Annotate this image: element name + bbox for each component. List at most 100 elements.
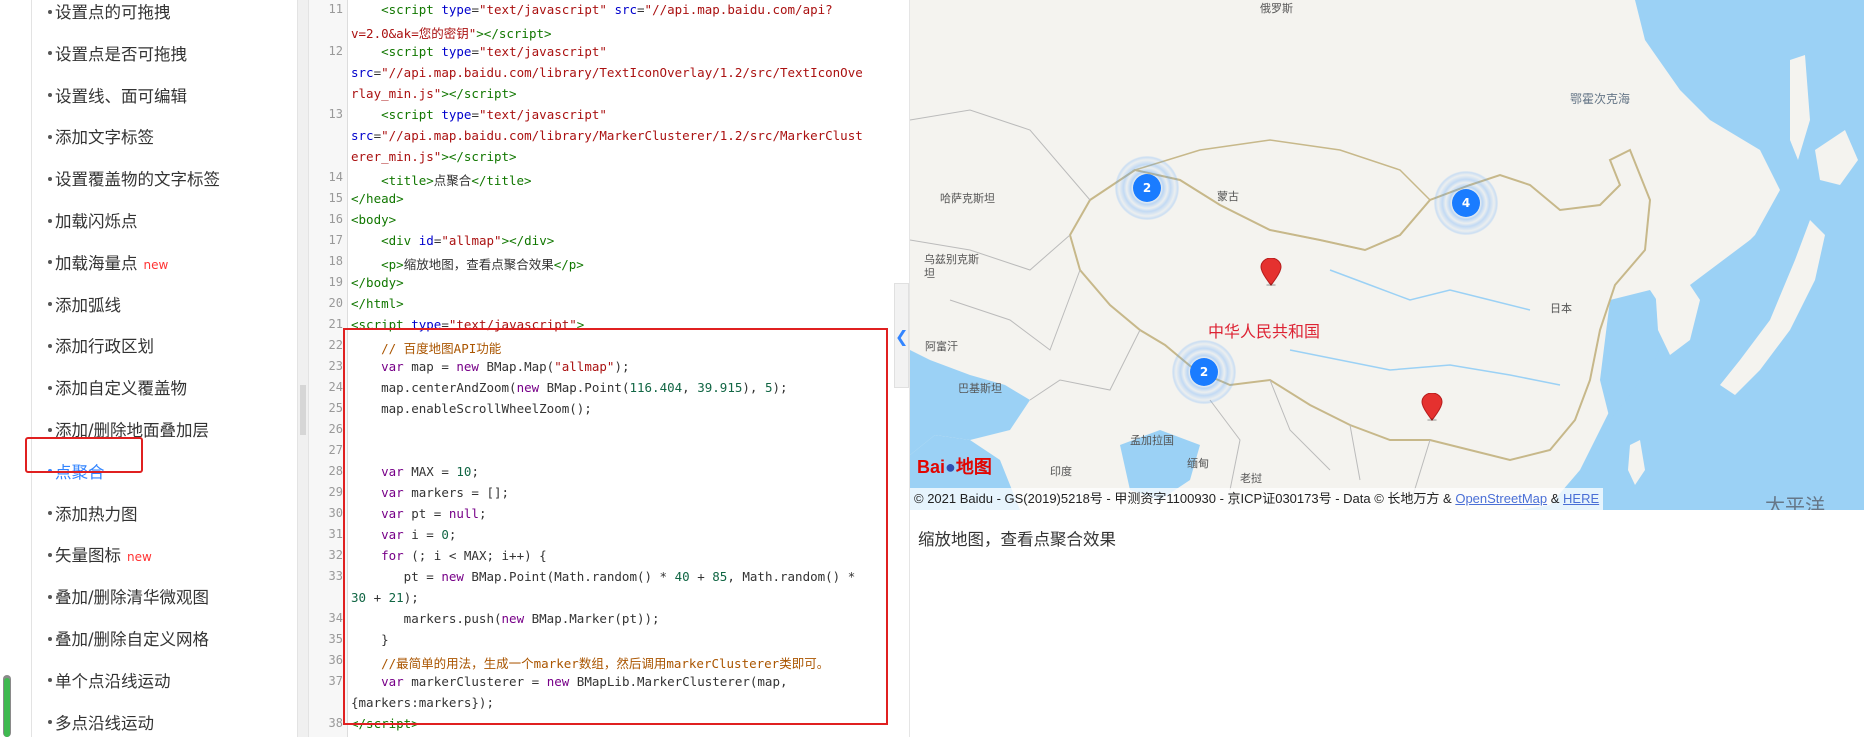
code-line[interactable]: </html> — [351, 296, 891, 311]
code-line[interactable]: <title>点聚合</title> — [351, 170, 891, 189]
cluster-marker[interactable]: 2 — [1115, 156, 1179, 220]
sidebar-item[interactable]: 多点沿线运动 — [48, 707, 154, 737]
chevron-left-icon: ❮ — [895, 327, 909, 346]
code-line[interactable]: var i = 0; — [351, 527, 891, 542]
map-label-japan: 日本 — [1550, 302, 1572, 315]
line-number: 27 — [328, 443, 343, 457]
code-line[interactable]: <script type="text/javascript"> — [351, 317, 891, 332]
baidu-paw-icon: ● — [945, 457, 956, 477]
code-line[interactable]: </body> — [351, 275, 891, 290]
cluster-count: 2 — [1190, 358, 1218, 386]
map-label-india: 印度 — [1050, 465, 1072, 478]
code-line[interactable]: // 百度地图API功能 — [351, 338, 891, 357]
bullet-icon — [48, 511, 52, 516]
line-number: 23 — [328, 359, 343, 373]
map-label-myanmar: 缅甸 — [1187, 457, 1209, 470]
code-editor[interactable]: 11 12 13 14 15 16 17 18 19 20 21 22 23 24 25 26 27 28 29 30… — [309, 0, 894, 737]
sidebar-item[interactable]: 设置覆盖物的文字标签 — [48, 163, 220, 197]
code-line[interactable]: <body> — [351, 212, 891, 227]
sidebar-item[interactable]: 加载闪烁点 — [48, 205, 138, 239]
sidebar-item[interactable]: 添加自定义覆盖物 — [48, 372, 187, 406]
sidebar-item-label: 叠加/删除清华微观图 — [55, 588, 210, 608]
sidebar-item[interactable]: 设置点的可拖拽 — [48, 0, 171, 30]
line-number: 32 — [328, 548, 343, 562]
line-number: 16 — [328, 212, 343, 226]
code-line[interactable]: var markers = []; — [351, 485, 891, 500]
code-line[interactable]: {markers:markers}); — [351, 695, 891, 710]
sidebar-item-label: 多点沿线运动 — [55, 713, 154, 733]
sidebar-item[interactable]: 加载海量点 new — [48, 247, 168, 281]
code-line[interactable]: } — [351, 632, 891, 647]
bullet-icon — [48, 260, 52, 265]
openstreetmap-link[interactable]: OpenStreetMap — [1455, 491, 1547, 506]
cluster-marker[interactable]: 2 — [1172, 340, 1236, 404]
sidebar-item[interactable]: 设置点是否可拖拽 — [48, 38, 187, 72]
sidebar-item-label: 添加弧线 — [55, 295, 121, 315]
sidebar-item[interactable]: 添加热力图 — [48, 498, 138, 532]
line-number: 25 — [328, 401, 343, 415]
bullet-icon — [48, 720, 52, 725]
code-line[interactable]: var map = new BMap.Map("allmap"); — [351, 359, 891, 374]
bullet-icon — [48, 51, 52, 56]
map-marker-pin-icon[interactable] — [1260, 258, 1282, 286]
line-number: 38 — [328, 716, 343, 730]
sidebar-item[interactable]: 添加文字标签 — [48, 121, 154, 155]
sidebar-scrollbar[interactable] — [3, 675, 11, 737]
sidebar-item-label: 单个点沿线运动 — [55, 671, 171, 691]
line-number: 19 — [328, 275, 343, 289]
sidebar-item[interactable]: 叠加/删除自定义网格 — [48, 623, 209, 657]
collapse-editor-button[interactable]: ❮ — [894, 283, 909, 388]
sidebar-item-label: 添加热力图 — [55, 504, 138, 524]
line-number: 36 — [328, 653, 343, 667]
sidebar-item-label: 设置点是否可拖拽 — [55, 44, 187, 64]
code-line[interactable]: </head> — [351, 191, 891, 206]
line-number: 24 — [328, 380, 343, 394]
code-line[interactable]: src="//api.map.baidu.com/library/MarkerC… — [351, 128, 891, 143]
code-line[interactable]: map.centerAndZoom(new BMap.Point(116.404… — [351, 380, 891, 395]
bullet-icon — [48, 552, 52, 557]
line-number: 22 — [328, 338, 343, 352]
code-line[interactable]: 30 + 21); — [351, 590, 891, 605]
sidebar-item[interactable]: 添加弧线 — [48, 289, 121, 323]
code-line[interactable]: <p>缩放地图，查看点聚合效果</p> — [351, 254, 891, 273]
code-line[interactable]: v=2.0&ak=您的密钥"></script> — [351, 23, 891, 42]
line-number: 17 — [328, 233, 343, 247]
sidebar-item-label: 叠加/删除自定义网格 — [55, 630, 210, 649]
code-line[interactable]: <script type="text/javascript" src="//ap… — [351, 2, 891, 17]
code-line[interactable]: //最简单的用法，生成一个marker数组，然后调用markerClustere… — [351, 653, 891, 672]
code-line[interactable]: <script type="text/javascript" — [351, 44, 891, 59]
line-number: 14 — [328, 170, 343, 184]
line-number: 15 — [328, 191, 343, 205]
map-marker-pin-icon[interactable] — [1421, 393, 1443, 421]
code-line[interactable]: for (; i < MAX; i++) { — [351, 548, 891, 563]
sidebar-item[interactable]: 添加行政区划 — [48, 330, 154, 364]
sidebar-item[interactable]: 叠加/删除清华微观图 — [48, 581, 209, 615]
code-line[interactable]: src="//api.map.baidu.com/library/TextIco… — [351, 65, 891, 80]
code-line[interactable]: pt = new BMap.Point(Math.random() * 40 +… — [351, 569, 891, 584]
new-badge: new — [143, 257, 169, 272]
code-line[interactable]: markers.push(new BMap.Marker(pt)); — [351, 611, 891, 626]
code-line[interactable]: var pt = null; — [351, 506, 891, 521]
bullet-icon — [48, 302, 52, 307]
line-number: 20 — [328, 296, 343, 310]
code-line[interactable]: <div id="allmap"></div> — [351, 233, 891, 248]
here-link[interactable]: HERE — [1563, 491, 1599, 506]
sidebar-scrollbar-thumb[interactable] — [4, 678, 10, 737]
sidebar-item[interactable]: 单个点沿线运动 — [48, 665, 171, 699]
code-line[interactable]: rlay_min.js"></script> — [351, 86, 891, 101]
code-line[interactable]: var markerClusterer = new BMapLib.Marker… — [351, 674, 891, 689]
code-line[interactable]: erer_min.js"></script> — [351, 149, 891, 164]
code-line[interactable]: map.enableScrollWheelZoom(); — [351, 401, 891, 416]
map-container[interactable]: 俄罗斯 鄂霍次克海 哈萨克斯坦 蒙古 乌兹别克斯坦 阿富汗 巴基斯坦 中华人民共… — [910, 0, 1864, 510]
cluster-count: 2 — [1133, 174, 1161, 202]
sidebar-item[interactable]: 矢量图标 new — [48, 539, 152, 573]
code-line[interactable]: <script type="text/javascript" — [351, 107, 891, 122]
sidebar-item-label: 加载闪烁点 — [55, 212, 138, 231]
code-line[interactable]: var MAX = 10; — [351, 464, 891, 479]
cluster-marker[interactable]: 4 — [1434, 171, 1498, 235]
code-line[interactable]: </script> — [351, 716, 891, 731]
splitter-grip[interactable] — [300, 385, 306, 435]
sidebar-item[interactable]: 设置线、面可编辑 — [48, 80, 187, 114]
pane-splitter[interactable] — [297, 0, 309, 737]
bullet-icon — [48, 9, 52, 14]
